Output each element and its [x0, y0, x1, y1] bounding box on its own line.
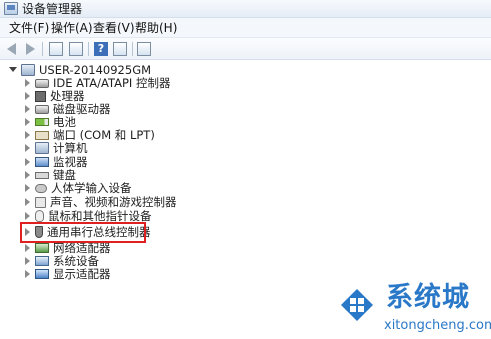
- battery-icon: [35, 118, 49, 126]
- expand-arrow-icon[interactable]: [22, 130, 32, 140]
- display-adapter-icon: [35, 269, 49, 279]
- tree-item-label: 磁盘驱动器: [53, 102, 111, 116]
- tree-item-display[interactable]: 显示适配器: [22, 267, 111, 281]
- hid-icon: [35, 183, 47, 193]
- tree-item-label: 鼠标和其他指针设备: [48, 209, 152, 223]
- tree-root-label: USER-20140925GM: [39, 63, 152, 77]
- back-button[interactable]: [4, 41, 20, 57]
- system-device-icon: [35, 256, 49, 266]
- action-pane-button[interactable]: [112, 41, 128, 57]
- tree-item-system[interactable]: 系统设备: [22, 254, 99, 268]
- device-manager-icon: [4, 2, 18, 15]
- tree-item-processor[interactable]: 处理器: [22, 89, 85, 103]
- title-bar: 设备管理器: [0, 0, 491, 18]
- mouse-icon: [35, 210, 44, 222]
- toolbar-divider: [42, 42, 43, 56]
- computer-icon: [35, 142, 49, 154]
- tree-item-ports[interactable]: 端口 (COM 和 LPT): [22, 128, 155, 142]
- action-pane-icon: [113, 42, 127, 56]
- tree-item-label: 显示适配器: [53, 267, 111, 281]
- tree-item-network[interactable]: 网络适配器: [22, 241, 111, 255]
- menu-view[interactable]: 查看(V): [93, 21, 135, 35]
- processor-icon: [35, 90, 46, 102]
- tree-item-label: 电池: [53, 115, 76, 129]
- tree-item-label: IDE ATA/ATAPI 控制器: [53, 76, 171, 90]
- expand-arrow-icon[interactable]: [22, 117, 32, 127]
- expand-arrow-icon[interactable]: [22, 243, 32, 253]
- tree-item-hid[interactable]: 人体学输入设备: [22, 181, 132, 195]
- toolbar-divider: [132, 42, 133, 56]
- expand-arrow-icon[interactable]: [22, 91, 32, 101]
- tree-item-sound[interactable]: 声音、视频和游戏控制器: [22, 195, 177, 209]
- keyboard-icon: [35, 171, 49, 179]
- tree-item-label: 网络适配器: [53, 241, 111, 255]
- expand-arrow-icon[interactable]: [22, 104, 32, 114]
- computer-icon: [21, 64, 35, 76]
- tree-item-label: 处理器: [50, 89, 85, 103]
- tree-item-computer[interactable]: 计算机: [22, 141, 88, 155]
- help-icon: ?: [94, 42, 108, 56]
- help-button[interactable]: ?: [93, 41, 109, 57]
- sound-icon: [35, 196, 46, 208]
- forward-arrow-icon: [26, 43, 35, 55]
- console-tree-icon: [49, 42, 63, 56]
- forward-button[interactable]: [22, 41, 38, 57]
- tree-item-label: 计算机: [53, 141, 88, 155]
- expand-arrow-icon[interactable]: [22, 170, 32, 180]
- collapse-arrow-icon[interactable]: [8, 65, 18, 75]
- watermark: 系统城 xitongcheng.com: [330, 280, 491, 339]
- disk-drive-icon: [35, 104, 49, 114]
- network-adapter-icon: [35, 243, 49, 253]
- tree-item-keyboard[interactable]: 键盘: [22, 168, 76, 182]
- menu-help[interactable]: 帮助(H): [135, 21, 177, 35]
- tree-item-label: 人体学输入设备: [51, 181, 132, 195]
- toolbar: ?: [0, 38, 491, 60]
- xitongcheng-logo-icon: [339, 287, 375, 323]
- tree-item-label: 端口 (COM 和 LPT): [53, 128, 155, 142]
- menu-bar: 文件(F) 操作(A) 查看(V) 帮助(H): [0, 18, 491, 38]
- menu-action[interactable]: 操作(A): [51, 21, 93, 35]
- expand-arrow-icon[interactable]: [22, 143, 32, 153]
- tree-item-label: 系统设备: [53, 254, 99, 268]
- monitor-icon: [35, 157, 49, 167]
- properties-icon: [69, 42, 83, 56]
- menu-file[interactable]: 文件(F): [9, 21, 49, 35]
- watermark-url: xitongcheng.com: [384, 318, 491, 333]
- scan-hardware-button[interactable]: [136, 41, 152, 57]
- window-title: 设备管理器: [22, 2, 83, 16]
- tree-item-disk[interactable]: 磁盘驱动器: [22, 102, 111, 116]
- back-arrow-icon: [7, 43, 16, 55]
- toolbar-divider: [88, 42, 89, 56]
- watermark-title: 系统城: [386, 282, 470, 313]
- tree-item-label: 键盘: [53, 168, 76, 182]
- tree-item-label: 声音、视频和游戏控制器: [50, 195, 177, 209]
- ide-controller-icon: [35, 78, 49, 88]
- properties-button[interactable]: [68, 41, 84, 57]
- tree-item-ide[interactable]: IDE ATA/ATAPI 控制器: [22, 76, 170, 90]
- expand-arrow-icon[interactable]: [22, 78, 32, 88]
- scan-hardware-icon: [137, 42, 151, 56]
- expand-arrow-icon[interactable]: [22, 183, 32, 193]
- show-hide-tree-button[interactable]: [48, 41, 64, 57]
- tree-item-label: 监视器: [53, 155, 88, 169]
- expand-arrow-icon[interactable]: [22, 157, 32, 167]
- tree-item-monitor[interactable]: 监视器: [22, 155, 88, 169]
- expand-arrow-icon[interactable]: [22, 269, 32, 279]
- tree-root[interactable]: USER-20140925GM: [8, 63, 151, 77]
- expand-arrow-icon[interactable]: [22, 211, 32, 221]
- port-icon: [35, 130, 49, 140]
- usb-highlight-box: [20, 222, 146, 243]
- expand-arrow-icon[interactable]: [22, 256, 32, 266]
- tree-item-battery[interactable]: 电池: [22, 115, 76, 129]
- expand-arrow-icon[interactable]: [22, 197, 32, 207]
- tree-item-mouse[interactable]: 鼠标和其他指针设备: [22, 209, 152, 223]
